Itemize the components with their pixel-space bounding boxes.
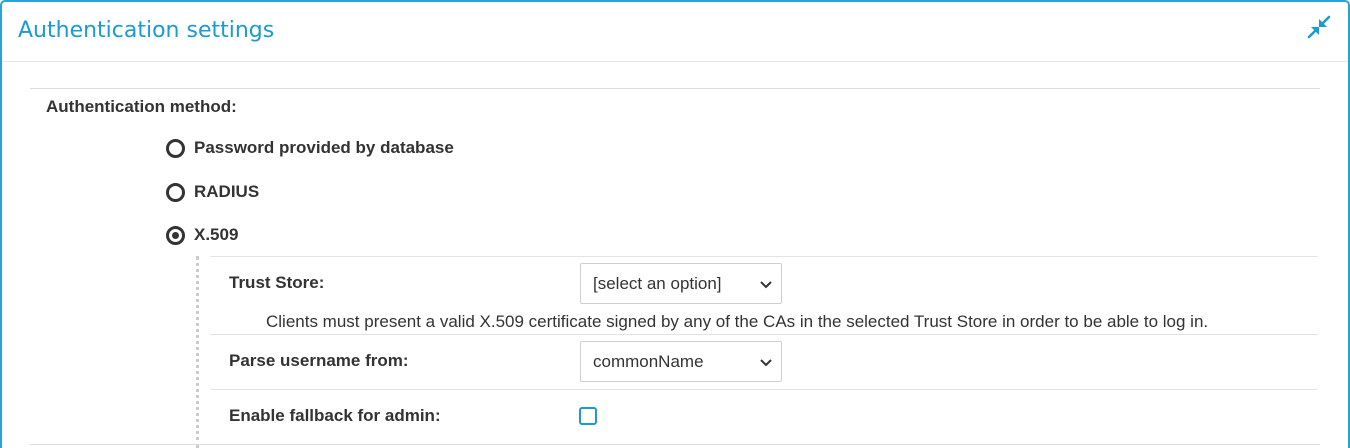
subsection-divider: [210, 334, 1318, 335]
trust-store-selected-value: [select an option]: [593, 273, 722, 293]
trust-store-help-text: Clients must present a valid X.509 certi…: [266, 312, 1209, 331]
trust-store-select[interactable]: [select an option]: [580, 263, 782, 304]
radio-unchecked-icon[interactable]: [166, 138, 185, 158]
enable-fallback-label: Enable fallback for admin:: [229, 406, 441, 425]
nested-options-rail: [196, 256, 199, 448]
panel-header: Authentication settings: [2, 2, 1348, 62]
radio-radius[interactable]: RADIUS: [166, 180, 259, 204]
chevron-down-icon: [760, 281, 772, 289]
enable-fallback-checkbox[interactable]: [579, 407, 597, 425]
subsection-divider: [210, 256, 1318, 257]
subsection-divider: [210, 389, 1318, 390]
radio-password-database[interactable]: Password provided by database: [166, 136, 454, 160]
radio-label-radius: RADIUS: [194, 182, 260, 201]
radio-label-x509: X.509: [194, 225, 239, 244]
radio-checked-icon[interactable]: [166, 225, 185, 245]
radio-x509[interactable]: X.509: [166, 223, 238, 247]
authentication-method-label: Authentication method:: [46, 97, 237, 116]
chevron-down-icon: [760, 359, 772, 367]
panel-title: Authentication settings: [18, 18, 275, 43]
radio-label-password-database: Password provided by database: [194, 138, 454, 157]
radio-unchecked-icon[interactable]: [166, 182, 185, 202]
parse-username-select[interactable]: commonName: [580, 341, 782, 382]
parse-username-selected-value: commonName: [593, 351, 704, 371]
section-divider-bottom: [30, 444, 1320, 445]
trust-store-label: Trust Store:: [229, 273, 325, 292]
collapse-arrows-icon[interactable]: [1306, 14, 1332, 40]
section-divider-top: [30, 88, 1320, 89]
parse-username-label: Parse username from:: [229, 351, 409, 370]
